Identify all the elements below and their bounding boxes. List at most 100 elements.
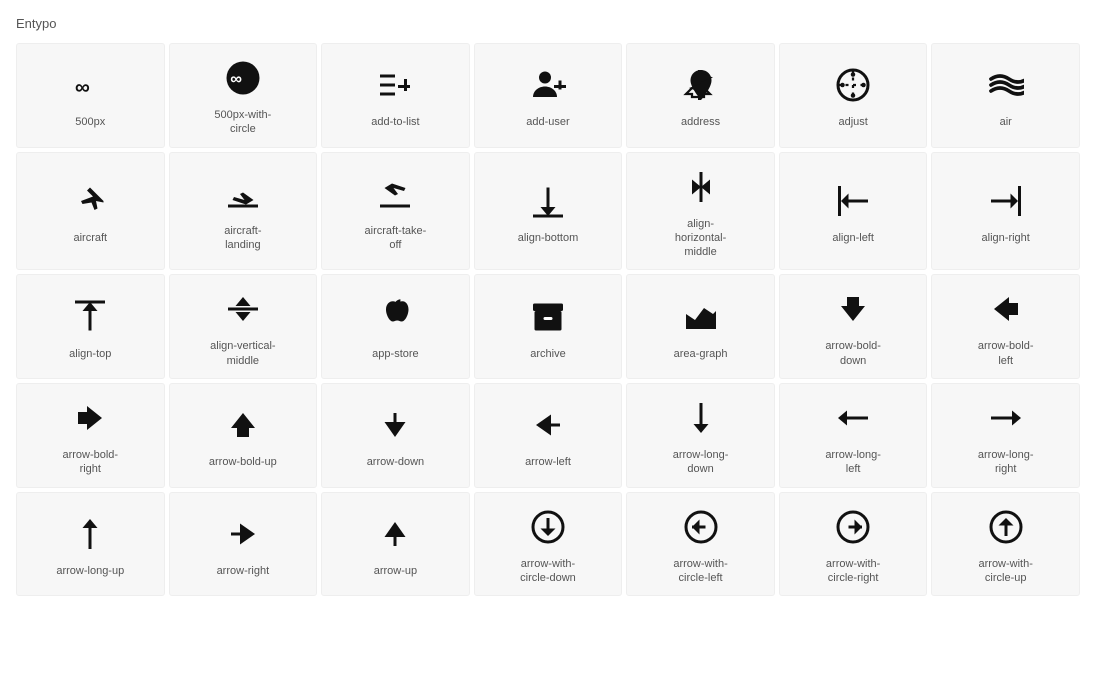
icon-cell[interactable]: air <box>931 43 1080 148</box>
icon-cell[interactable]: aircraft-take-off <box>321 152 470 271</box>
icon-cell[interactable]: align-right <box>931 152 1080 271</box>
icon-label: arrow-bold-left <box>978 339 1034 368</box>
icon-cell[interactable]: align-bottom <box>474 152 623 271</box>
icon-cell[interactable]: align-horizontal-middle <box>626 152 775 271</box>
icon-label: arrow-right <box>217 564 270 578</box>
icon-cell[interactable]: arrow-long-up <box>16 492 165 597</box>
icon-label: align-horizontal-middle <box>675 217 726 260</box>
icon-cell[interactable]: ∞ 500px-with-circle <box>169 43 318 148</box>
icon-cell[interactable]: arrow-right <box>169 492 318 597</box>
icon-label: arrow-with-circle-down <box>520 557 576 586</box>
arrow-bold-left-icon <box>988 289 1024 329</box>
page-title: Entypo <box>16 16 1080 31</box>
icon-cell[interactable]: arrow-bold-down <box>779 274 928 379</box>
svg-text:∞: ∞ <box>75 76 90 99</box>
icon-cell[interactable]: add-user <box>474 43 623 148</box>
icon-cell[interactable]: add-to-list <box>321 43 470 148</box>
icon-label: arrow-bold-down <box>825 339 881 368</box>
icon-label: 500px <box>75 115 105 129</box>
icon-label: arrow-bold-up <box>209 455 277 469</box>
icon-cell[interactable]: arrow-bold-left <box>931 274 1080 379</box>
icon-label: adjust <box>838 115 867 129</box>
icon-label: align-right <box>982 231 1030 245</box>
icon-cell[interactable]: align-left <box>779 152 928 271</box>
arrow-left-icon <box>530 405 566 445</box>
icon-cell[interactable]: app-store <box>321 274 470 379</box>
arrow-down-icon <box>377 405 413 445</box>
arrow-with-circle-down-icon <box>530 507 566 547</box>
icon-label: add-user <box>526 115 569 129</box>
500px-icon: ∞ <box>72 65 108 105</box>
align-bottom-icon <box>530 181 566 221</box>
icon-label: arrow-long-right <box>978 448 1034 477</box>
icon-label: air <box>1000 115 1012 129</box>
icon-label: arrow-with-circle-right <box>826 557 880 586</box>
arrow-long-down-icon <box>683 398 719 438</box>
icon-label: arrow-bold-right <box>62 448 118 477</box>
align-right-icon <box>988 181 1024 221</box>
icon-cell[interactable]: address <box>626 43 775 148</box>
icon-cell[interactable]: area-graph <box>626 274 775 379</box>
icon-cell[interactable]: arrow-with-circle-left <box>626 492 775 597</box>
archive-icon <box>530 297 566 337</box>
arrow-with-circle-up-icon <box>988 507 1024 547</box>
icon-cell[interactable]: arrow-with-circle-down <box>474 492 623 597</box>
arrow-bold-up-icon <box>225 405 261 445</box>
arrow-long-up-icon <box>72 514 108 554</box>
icon-label: align-vertical-middle <box>210 339 275 368</box>
icon-label: arrow-up <box>374 564 417 578</box>
arrow-with-circle-left-icon <box>683 507 719 547</box>
icon-label: arrow-long-down <box>673 448 729 477</box>
500px-with-circle-icon: ∞ <box>225 58 261 98</box>
app-store-icon <box>377 297 413 337</box>
address-icon <box>683 65 719 105</box>
align-horizontal-middle-icon <box>683 167 719 207</box>
svg-text:∞: ∞ <box>230 70 242 88</box>
icon-label: align-bottom <box>518 231 579 245</box>
align-left-icon <box>835 181 871 221</box>
icon-cell[interactable]: arrow-with-circle-right <box>779 492 928 597</box>
icon-label: arrow-with-circle-left <box>673 557 727 586</box>
icon-cell[interactable]: aircraft-landing <box>169 152 318 271</box>
icon-label: align-left <box>832 231 874 245</box>
arrow-up-icon <box>377 514 413 554</box>
icon-cell[interactable]: arrow-left <box>474 383 623 488</box>
arrow-bold-down-icon <box>835 289 871 329</box>
icon-label: app-store <box>372 347 418 361</box>
icon-label: add-to-list <box>371 115 419 129</box>
icon-label: aircraft <box>73 231 107 245</box>
arrow-long-left-icon <box>835 398 871 438</box>
icon-label: arrow-long-left <box>825 448 881 477</box>
icon-cell[interactable]: aircraft <box>16 152 165 271</box>
icon-cell[interactable]: ∞ 500px <box>16 43 165 148</box>
arrow-bold-right-icon <box>72 398 108 438</box>
air-icon <box>988 65 1024 105</box>
icon-label: arrow-left <box>525 455 571 469</box>
icon-label: aircraft-landing <box>224 224 261 253</box>
area-graph-icon <box>683 297 719 337</box>
icon-cell[interactable]: archive <box>474 274 623 379</box>
icon-cell[interactable]: arrow-up <box>321 492 470 597</box>
icon-cell[interactable]: arrow-long-left <box>779 383 928 488</box>
arrow-right-icon <box>225 514 261 554</box>
arrow-with-circle-right-icon <box>835 507 871 547</box>
align-vertical-middle-icon <box>225 289 261 329</box>
icon-cell[interactable]: align-vertical-middle <box>169 274 318 379</box>
aircraft-icon <box>72 181 108 221</box>
icon-cell[interactable]: arrow-bold-up <box>169 383 318 488</box>
icon-grid: ∞ 500px ∞ 500px-with-circle add-to-list <box>16 43 1080 596</box>
icon-label: arrow-down <box>367 455 424 469</box>
icon-cell[interactable]: arrow-with-circle-up <box>931 492 1080 597</box>
adjust-icon <box>835 65 871 105</box>
icon-cell[interactable]: arrow-bold-right <box>16 383 165 488</box>
aircraft-landing-icon <box>225 174 261 214</box>
icon-cell[interactable]: arrow-down <box>321 383 470 488</box>
icon-label: align-top <box>69 347 111 361</box>
icon-label: 500px-with-circle <box>214 108 271 137</box>
icon-cell[interactable]: adjust <box>779 43 928 148</box>
icon-cell[interactable]: arrow-long-down <box>626 383 775 488</box>
icon-cell[interactable]: arrow-long-right <box>931 383 1080 488</box>
add-to-list-icon <box>377 65 413 105</box>
icon-cell[interactable]: align-top <box>16 274 165 379</box>
icon-label: archive <box>530 347 565 361</box>
